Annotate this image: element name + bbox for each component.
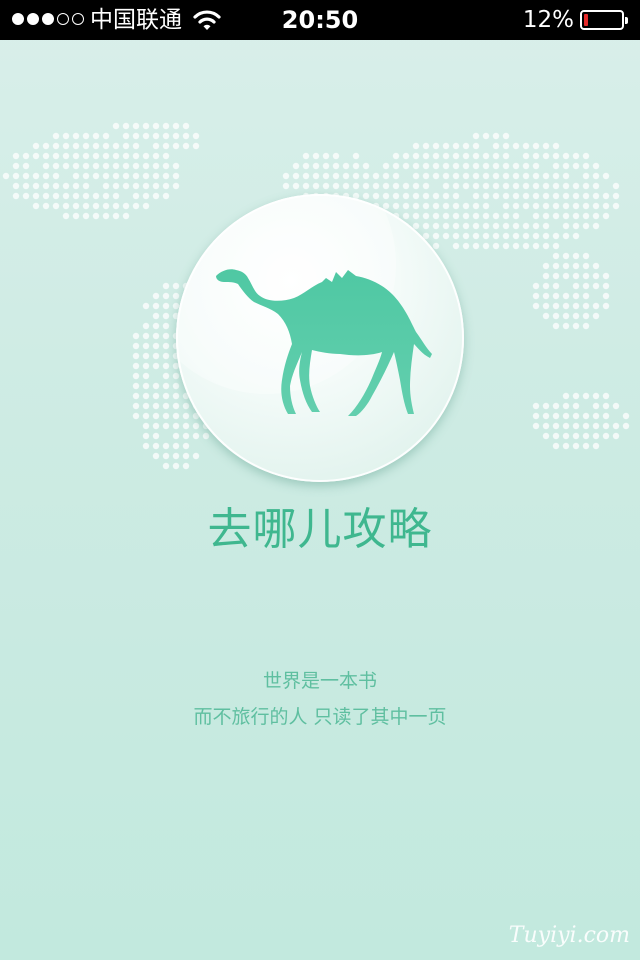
tagline-line-1: 世界是一本书	[262, 670, 377, 692]
battery-icon	[580, 10, 628, 30]
status-bar: 中国联通 20:50 12%	[0, 0, 640, 40]
app-logo	[176, 194, 464, 482]
battery-percentage: 12%	[522, 7, 574, 33]
battery-level	[584, 14, 588, 26]
app-title: 去哪儿攻略	[207, 504, 433, 555]
tagline-line-2: 而不旅行的人 只读了其中一页	[193, 706, 447, 728]
camel-icon	[216, 269, 432, 416]
watermark: Tuyiyi.com	[508, 923, 630, 948]
